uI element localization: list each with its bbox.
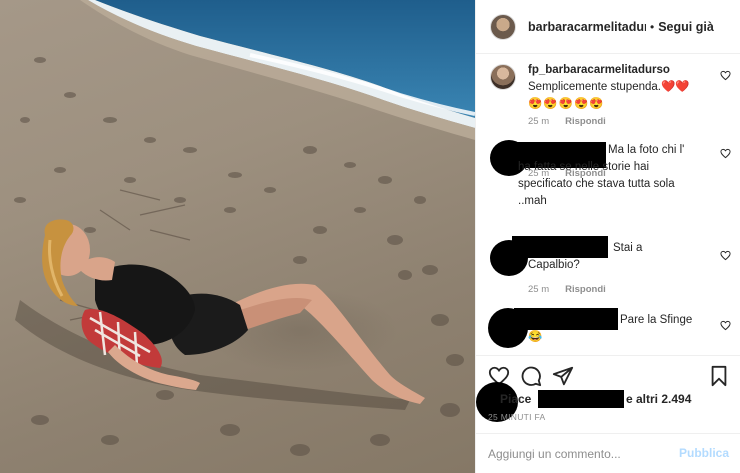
comment-item: Stai a Capalbio? 25 m Rispondi (476, 236, 740, 304)
likes-count[interactable]: e altri 2.494 (626, 392, 691, 406)
comment-text: Ma la foto chi l' ha fatta se nelle stor… (518, 144, 685, 207)
comment-item: fp_barbaracarmelitadurso Semplicemente s… (476, 62, 740, 132)
comment-item: Ma la foto chi l' ha fatta se nelle stor… (476, 138, 740, 228)
comment-like-icon[interactable] (720, 320, 731, 331)
share-plane-icon[interactable] (552, 365, 574, 387)
reply-button[interactable]: Rispondi (565, 116, 606, 127)
reply-button[interactable]: Rispondi (565, 168, 606, 179)
bookmark-icon[interactable] (708, 365, 730, 387)
reply-button[interactable]: Rispondi (565, 284, 606, 295)
post-timestamp[interactable]: 25 MINUTI FA (488, 412, 545, 422)
following-button[interactable]: Segui già (658, 20, 714, 34)
emoji-line: 😍😍😍😍😍 (528, 98, 605, 110)
profile-avatar[interactable] (490, 13, 516, 40)
heart-emojis: ❤️❤️ (660, 81, 690, 93)
comment-time: 25 m (528, 116, 550, 127)
comment-input[interactable] (488, 444, 668, 464)
post-photo[interactable] (0, 0, 475, 473)
likes-prefix: Piace (500, 392, 532, 406)
comment-like-icon[interactable] (720, 70, 731, 81)
header-separator: • (650, 19, 655, 34)
comment-like-icon[interactable] (720, 250, 731, 261)
comment-time: 25 m (528, 284, 550, 295)
commenter-avatar[interactable] (490, 64, 516, 90)
likes-summary: Piace e altri 2.494 (476, 382, 740, 422)
comment-bubble-icon[interactable] (520, 365, 542, 387)
comment-item: Pare la Sfinge 😂 (476, 308, 740, 356)
comment-text: Stai a Capalbio? (528, 242, 643, 271)
instagram-post: barbaracarmelitadurso • Segui già fp_bar… (0, 0, 740, 473)
comment-text: Semplicemente stupenda. (528, 81, 661, 93)
post-header: barbaracarmelitadurso • Segui già (476, 0, 740, 54)
commenter-username[interactable]: fp_barbaracarmelitadurso (528, 64, 670, 76)
publish-button[interactable]: Pubblica (679, 446, 729, 460)
comment-like-icon[interactable] (720, 148, 731, 159)
post-side-panel: barbaracarmelitadurso • Segui già fp_bar… (475, 0, 740, 473)
comment-text: Pare la Sfinge 😂 (528, 314, 693, 343)
woman-lying-on-sand (15, 219, 425, 410)
author-username[interactable]: barbaracarmelitadurso (528, 20, 646, 34)
comment-time: 25 m (528, 168, 550, 179)
add-comment-bar: Pubblica (476, 433, 740, 473)
redacted-liker-name (538, 390, 624, 408)
